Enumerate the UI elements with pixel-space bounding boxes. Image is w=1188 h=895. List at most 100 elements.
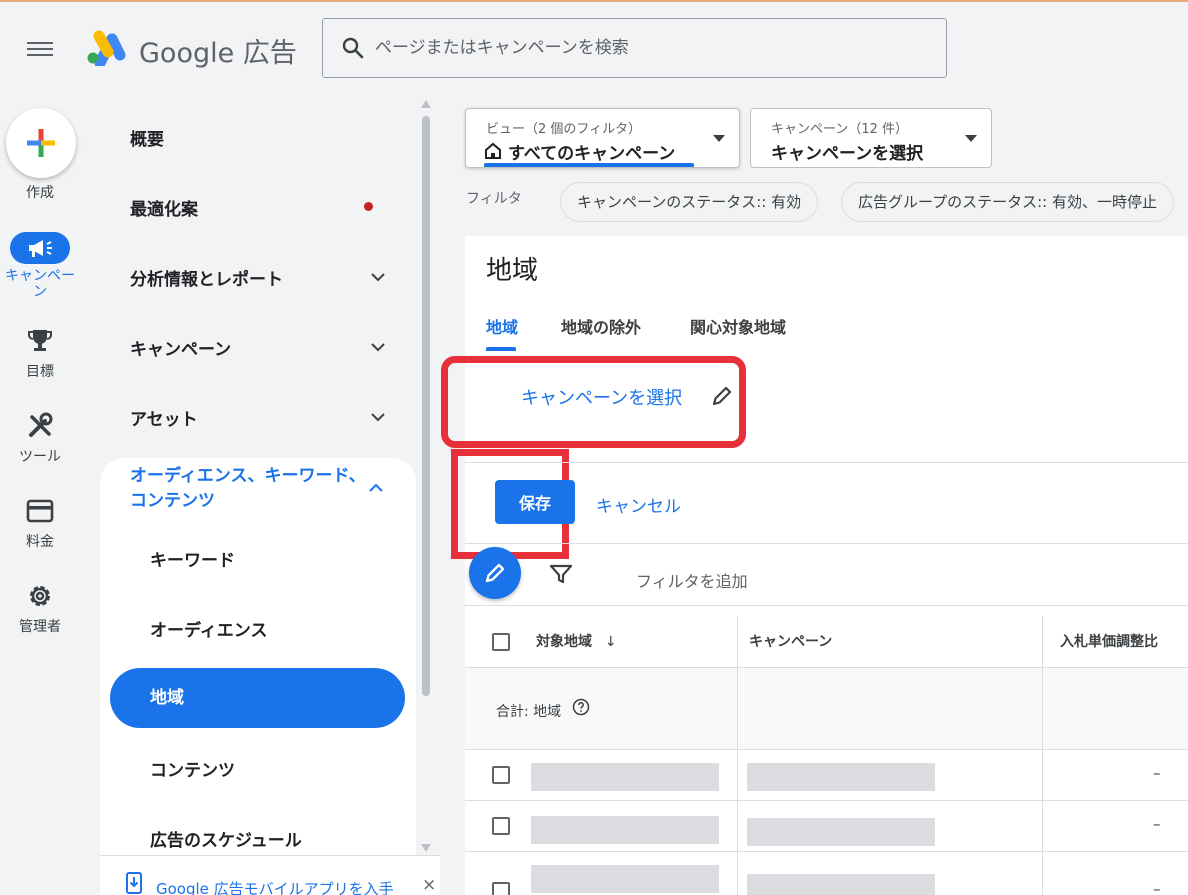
filter-chip-campaign-status[interactable]: キャンペーンのステータス:: 有効 xyxy=(560,182,819,222)
campaign-dropdown[interactable]: キャンペーン（12 件） キャンペーンを選択 xyxy=(750,108,992,168)
chevron-up-icon[interactable] xyxy=(368,480,384,496)
scroll-up-arrow-icon[interactable] xyxy=(421,100,431,108)
dropdown-caret-icon xyxy=(713,135,725,142)
table-row[interactable]: – xyxy=(465,750,1188,801)
table-row[interactable]: – xyxy=(465,852,1188,895)
notification-dot xyxy=(364,202,373,211)
brand-title: Google 広告 xyxy=(139,31,297,70)
filter-chip-adgroup-status[interactable]: 広告グループのステータス:: 有効、一時停止 xyxy=(841,182,1174,222)
add-filter-button[interactable]: フィルタを追加 xyxy=(636,568,748,592)
view-dropdown-value: すべてのキャンペーン xyxy=(508,144,676,164)
scroll-down-arrow-icon[interactable] xyxy=(421,844,431,852)
sort-arrow-icon: ↓ xyxy=(604,634,617,650)
rail-billing-label: 料金 xyxy=(26,534,54,550)
megaphone-icon xyxy=(29,240,52,257)
row-checkbox[interactable] xyxy=(492,766,510,784)
window-top-border xyxy=(0,0,1188,2)
rail-create-label: 作成 xyxy=(26,185,54,201)
divider xyxy=(465,543,1188,544)
row-checkbox[interactable] xyxy=(492,817,510,835)
column-header-location-label: 対象地域 xyxy=(536,634,592,650)
tools-icon xyxy=(29,412,53,437)
location-cell-placeholder xyxy=(531,865,719,893)
divider xyxy=(465,605,1188,606)
nav-content[interactable]: コンテンツ xyxy=(150,756,235,781)
chevron-down-icon xyxy=(371,273,385,282)
campaign-dropdown-label: キャンペーン（12 件） xyxy=(771,122,909,137)
rail-campaigns-label: キャンペーン xyxy=(5,268,75,300)
select-campaign-link[interactable]: キャンペーンを選択 xyxy=(521,384,682,410)
filter-funnel-icon[interactable] xyxy=(549,564,573,584)
edit-button[interactable] xyxy=(469,547,521,599)
table-row[interactable]: – xyxy=(465,801,1188,852)
hamburger-icon[interactable] xyxy=(27,39,53,59)
rail-tools-label: ツール xyxy=(19,449,61,465)
save-button[interactable]: 保存 xyxy=(495,480,575,524)
pencil-icon[interactable] xyxy=(709,383,735,409)
divider xyxy=(465,462,1188,463)
close-icon[interactable]: × xyxy=(422,875,436,895)
nav-overview-label: 概要 xyxy=(130,129,164,150)
rail-admin[interactable]: 管理者 xyxy=(0,581,80,636)
select-all-checkbox[interactable] xyxy=(492,633,510,651)
nav-campaigns-label: キャンペーン xyxy=(130,339,232,360)
create-button[interactable] xyxy=(6,108,76,178)
nav-locations-active[interactable]: 地域 xyxy=(110,668,405,728)
bid-adjustment-value: – xyxy=(1153,880,1161,895)
nav-scrollbar[interactable] xyxy=(420,100,432,852)
locations-table: 対象地域 ↓ キャンペーン 入札単価調整比 合計: 地域 – – – xyxy=(465,616,1188,895)
tab-excluded-locations[interactable]: 地域の除外 xyxy=(561,314,641,338)
active-tab-indicator xyxy=(486,347,516,351)
view-dropdown-label: ビュー（2 個のフィルタ） xyxy=(486,122,642,137)
nav-recommendations-label: 最適化案 xyxy=(130,199,198,220)
plus-icon xyxy=(27,129,55,157)
cancel-button[interactable]: キャンセル xyxy=(596,492,681,517)
location-cell-placeholder xyxy=(531,763,719,791)
campaign-cell-placeholder xyxy=(747,818,935,846)
tab-locations-of-interest[interactable]: 関心対象地域 xyxy=(690,314,786,338)
mobile-app-banner[interactable]: Google 広告モバイルアプリを入手 × xyxy=(100,855,440,895)
total-label: 合計: 地域 xyxy=(496,704,562,720)
row-checkbox[interactable] xyxy=(492,882,510,895)
nav-audiences-group-title[interactable]: オーディエンス、キーワード、コンテンツ xyxy=(130,464,370,514)
rail-campaigns-pill xyxy=(10,232,70,264)
column-header-bid-adjustment[interactable]: 入札単価調整比 xyxy=(1060,616,1158,668)
column-header-campaign[interactable]: キャンペーン xyxy=(749,616,832,668)
campaign-dropdown-value: キャンペーンを選択 xyxy=(771,144,924,164)
nav-assets[interactable]: アセット xyxy=(130,397,400,437)
scrollbar-thumb[interactable] xyxy=(422,116,430,696)
nav-ad-schedule[interactable]: 広告のスケジュール xyxy=(150,826,302,851)
navigation-panel: 概要 最適化案 分析情報とレポート キャンペーン アセット オーディエンス、キー… xyxy=(100,100,416,855)
rail-campaigns[interactable]: キャンペーン xyxy=(0,232,80,300)
nav-keywords[interactable]: キーワード xyxy=(150,546,235,571)
nav-overview[interactable]: 概要 xyxy=(130,117,400,157)
filter-label: フィルタ xyxy=(466,191,522,207)
view-dropdown[interactable]: ビュー（2 個のフィルタ） すべてのキャンペーン xyxy=(465,108,740,168)
location-cell-placeholder xyxy=(531,816,719,844)
bid-adjustment-value: – xyxy=(1153,815,1161,833)
nav-audiences[interactable]: オーディエンス xyxy=(150,616,267,641)
help-icon[interactable] xyxy=(572,698,590,716)
gear-icon xyxy=(30,586,50,606)
rail-goals[interactable]: 目標 xyxy=(0,326,80,381)
column-separator xyxy=(737,616,738,895)
mobile-app-text[interactable]: Google 広告モバイルアプリを入手 xyxy=(156,878,394,895)
search-box[interactable] xyxy=(322,18,947,78)
nav-assets-label: アセット xyxy=(130,409,198,430)
campaign-cell-placeholder xyxy=(747,874,935,895)
nav-insights-label: 分析情報とレポート xyxy=(130,269,283,290)
pencil-icon xyxy=(485,563,505,583)
column-header-location[interactable]: 対象地域 ↓ xyxy=(536,616,617,668)
page-title: 地域 xyxy=(486,256,539,286)
nav-insights[interactable]: 分析情報とレポート xyxy=(130,257,400,297)
rail-billing[interactable]: 料金 xyxy=(0,496,80,551)
search-input[interactable] xyxy=(375,29,925,67)
locations-panel: 地域 地域 地域の除外 関心対象地域 キャンペーンを選択 保存 キャンセル フィ… xyxy=(441,236,1188,895)
phone-download-icon xyxy=(126,872,142,894)
nav-recommendations[interactable]: 最適化案 xyxy=(130,187,400,227)
trophy-icon xyxy=(28,330,52,351)
tab-locations[interactable]: 地域 xyxy=(486,314,518,338)
rail-tools[interactable]: ツール xyxy=(0,411,80,466)
nav-campaigns[interactable]: キャンペーン xyxy=(130,327,400,367)
chevron-down-icon xyxy=(371,343,385,352)
